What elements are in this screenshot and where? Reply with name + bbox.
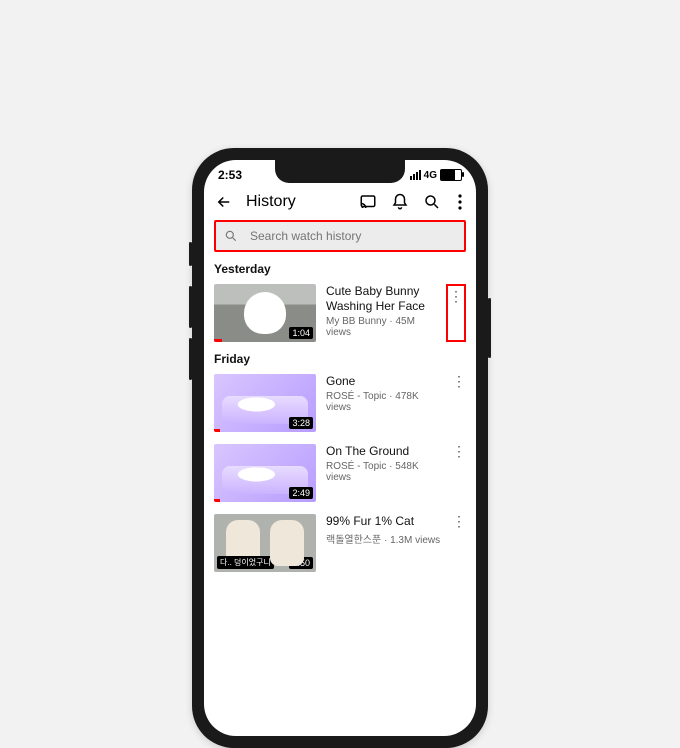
video-row[interactable]: 2:49 On The Ground ROSÉ - Topic · 548K vie… bbox=[204, 438, 476, 508]
clock: 2:53 bbox=[218, 168, 242, 182]
video-subtitle: 랙돌열한스푼 · 1.3M views bbox=[326, 531, 442, 546]
more-icon[interactable]: ⋮ bbox=[452, 514, 466, 572]
mute-switch bbox=[189, 242, 192, 266]
bell-icon[interactable] bbox=[390, 192, 410, 212]
cast-icon[interactable] bbox=[358, 192, 378, 212]
video-meta: 99% Fur 1% Cat 랙돌열한스푼 · 1.3M views bbox=[326, 514, 442, 572]
progress-bar bbox=[214, 499, 220, 502]
video-meta: On The Ground ROSÉ - Topic · 548K views bbox=[326, 444, 442, 502]
video-row[interactable]: 3:28 Gone ROSÉ - Topic · 478K views ⋮ bbox=[204, 368, 476, 438]
video-duration: 9:50 bbox=[289, 557, 313, 569]
network-label: 4G bbox=[424, 170, 437, 181]
video-title: 99% Fur 1% Cat bbox=[326, 514, 442, 529]
video-title: Gone bbox=[326, 374, 442, 389]
video-meta: Gone ROSÉ - Topic · 478K views bbox=[326, 374, 442, 432]
phone-frame: 2:53 4G History bbox=[192, 148, 488, 748]
video-subtitle: My BB Bunny · 45M views bbox=[326, 316, 436, 338]
screen: 2:53 4G History bbox=[204, 160, 476, 736]
more-icon[interactable]: ⋮ bbox=[452, 444, 466, 502]
progress-bar bbox=[214, 339, 222, 342]
search-input[interactable] bbox=[248, 228, 456, 244]
overflow-icon[interactable] bbox=[454, 192, 466, 212]
search-icon[interactable] bbox=[422, 192, 442, 212]
video-duration: 2:49 bbox=[289, 487, 313, 499]
video-thumbnail[interactable]: 2:49 bbox=[214, 444, 316, 502]
battery-icon bbox=[440, 169, 462, 181]
search-history-field[interactable] bbox=[214, 220, 466, 252]
search-icon bbox=[224, 229, 238, 243]
volume-up bbox=[189, 286, 192, 328]
video-thumbnail[interactable]: 3:28 bbox=[214, 374, 316, 432]
video-title: Cute Baby Bunny Washing Her Face bbox=[326, 284, 436, 314]
video-meta: Cute Baby Bunny Washing Her FaceMy BB Bu… bbox=[326, 284, 436, 342]
video-duration: 3:28 bbox=[289, 417, 313, 429]
video-thumbnail[interactable]: 1:04 bbox=[214, 284, 316, 342]
more-icon[interactable]: ⋮ bbox=[446, 284, 466, 342]
video-row[interactable]: 다.. 덩이었구니 9:50 99% Fur 1% Cat 랙돌열한스푼 · 1.3M… bbox=[204, 508, 476, 578]
app-header: History bbox=[204, 186, 476, 218]
progress-bar bbox=[214, 429, 220, 432]
section-header: Friday bbox=[204, 348, 476, 368]
section-header: Yesterday bbox=[204, 258, 476, 278]
video-subtitle: ROSÉ - Topic · 548K views bbox=[326, 461, 442, 483]
video-title: On The Ground bbox=[326, 444, 442, 459]
video-duration: 1:04 bbox=[289, 327, 313, 339]
volume-down bbox=[189, 338, 192, 380]
signal-icon bbox=[410, 170, 421, 180]
page-title: History bbox=[246, 193, 346, 211]
notch bbox=[275, 160, 405, 183]
back-icon[interactable] bbox=[214, 192, 234, 212]
video-thumbnail[interactable]: 다.. 덩이었구니 9:50 bbox=[214, 514, 316, 572]
more-icon[interactable]: ⋮ bbox=[452, 374, 466, 432]
video-subtitle: ROSÉ - Topic · 478K views bbox=[326, 391, 442, 413]
thumb-caption: 다.. 덩이었구니 bbox=[217, 556, 274, 569]
power-button bbox=[488, 298, 491, 358]
video-row[interactable]: 1:04 Cute Baby Bunny Washing Her FaceMy B… bbox=[204, 278, 476, 348]
history-list: Yesterday 1:04 Cute Baby Bunny Washing Her… bbox=[204, 258, 476, 578]
